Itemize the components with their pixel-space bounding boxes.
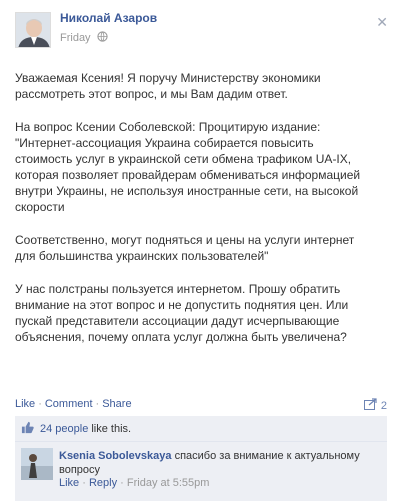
share-icon — [363, 398, 378, 413]
commenter-avatar[interactable] — [21, 448, 53, 480]
post-author[interactable]: Николай Азаров — [60, 11, 157, 25]
post-actions: Like · Comment · Share 2 — [15, 398, 387, 414]
comment-reply-link[interactable]: Reply — [89, 477, 117, 489]
separator: · — [95, 398, 100, 410]
comment-meta: Like · Reply · Friday at 5:55pm — [59, 477, 209, 489]
author-avatar[interactable] — [15, 12, 51, 48]
comment-body: Ksenia Sobolevskaya спасибо за внимание … — [59, 449, 379, 477]
comment-time[interactable]: Friday at 5:55pm — [127, 477, 210, 489]
facebook-post: Николай Азаров Friday ✕ Уважаемая Ксения… — [0, 0, 400, 501]
post-paragraph: У нас полстраны пользуется интернетом. П… — [15, 282, 349, 344]
separator: · — [120, 477, 127, 489]
post-header: Николай Азаров Friday ✕ — [0, 0, 400, 60]
like-link[interactable]: Like — [15, 398, 35, 410]
post-meta: Friday — [60, 31, 108, 45]
share-link[interactable]: Share — [102, 398, 131, 410]
likes-suffix: like this. — [91, 422, 132, 435]
thumbs-up-icon — [21, 421, 34, 437]
separator: · — [38, 398, 42, 410]
likes-count-link[interactable]: 24 people — [40, 423, 88, 435]
comment-link[interactable]: Comment — [45, 398, 93, 410]
post-paragraph: Соответственно, могут подняться и цены н… — [15, 233, 355, 263]
post-body: Уважаемая Ксения! Я поручу Министерству … — [15, 70, 387, 362]
post-time[interactable]: Friday — [60, 32, 91, 44]
post-paragraph: Уважаемая Ксения! Я поручу Министерству … — [15, 71, 321, 101]
share-count[interactable]: 2 — [363, 398, 387, 413]
share-count-value: 2 — [380, 399, 387, 412]
globe-icon — [96, 31, 108, 45]
separator: · — [82, 477, 89, 489]
feedback-box: 24 people like this. Ksenia Sobolevskaya… — [15, 416, 387, 501]
close-icon[interactable]: ✕ — [376, 14, 388, 31]
likes-summary: 24 people like this. — [15, 416, 387, 442]
comment: Ksenia Sobolevskaya спасибо за внимание … — [15, 443, 387, 501]
post-paragraph: На вопрос Ксении Соболевской: Процитирую… — [15, 120, 361, 214]
comment-like-link[interactable]: Like — [59, 477, 79, 489]
commenter-name[interactable]: Ksenia Sobolevskaya — [59, 450, 172, 462]
